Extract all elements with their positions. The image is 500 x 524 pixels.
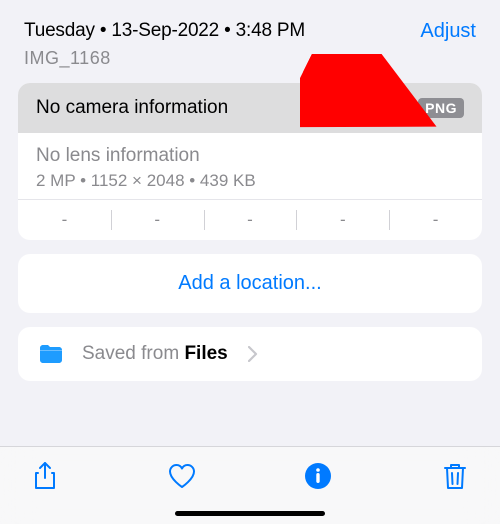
photo-filename: IMG_1168 — [24, 48, 305, 69]
lens-row: No lens information 2 MP • 1152 × 2048 •… — [18, 133, 482, 199]
camera-info-card: No camera information PNG No lens inform… — [18, 83, 482, 240]
files-app-icon — [36, 339, 66, 369]
exif-cell: - — [296, 200, 389, 240]
exif-cell: - — [18, 200, 111, 240]
chevron-right-icon — [248, 346, 258, 362]
exif-dash-row: - - - - - — [18, 199, 482, 240]
exif-cell: - — [204, 200, 297, 240]
format-badge: PNG — [418, 98, 464, 118]
adjust-button[interactable]: Adjust — [420, 20, 476, 43]
no-lens-text: No lens information — [36, 145, 464, 167]
camera-row: No camera information PNG — [18, 83, 482, 133]
saved-from-card[interactable]: Saved from Files — [18, 327, 482, 381]
dimensions-text: 2 MP • 1152 × 2048 • 439 KB — [36, 171, 464, 191]
share-button[interactable] — [28, 459, 62, 493]
info-button[interactable] — [301, 459, 335, 493]
home-indicator — [175, 511, 325, 516]
exif-cell: - — [389, 200, 482, 240]
no-camera-text: No camera information — [36, 97, 228, 119]
favorite-button[interactable] — [165, 459, 199, 493]
delete-button[interactable] — [438, 459, 472, 493]
exif-cell: - — [111, 200, 204, 240]
saved-from-text: Saved from Files — [82, 343, 228, 365]
add-location-link[interactable]: Add a location... — [178, 272, 321, 294]
photo-datetime: Tuesday • 13-Sep-2022 • 3:48 PM — [24, 20, 305, 42]
location-card[interactable]: Add a location... — [18, 254, 482, 313]
